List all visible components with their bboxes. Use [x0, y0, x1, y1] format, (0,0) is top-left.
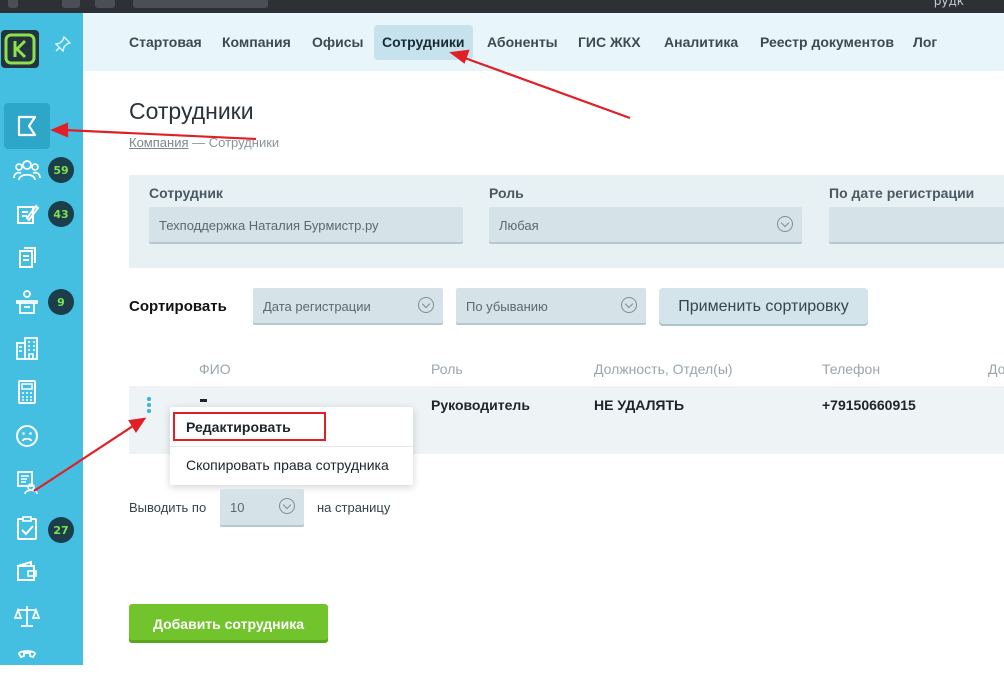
sidebar-item-employees[interactable]	[4, 459, 50, 505]
sort-order-select[interactable]: По убыванию	[456, 288, 646, 325]
add-employee-button[interactable]: Добавить сотрудника	[129, 604, 328, 643]
sidebar-item-requests[interactable]	[4, 191, 50, 237]
sidebar-item-houses[interactable]	[4, 325, 50, 371]
row-menu-icon[interactable]	[146, 397, 152, 417]
topbar-field[interactable]	[133, 0, 268, 8]
badge-requests: 43	[48, 201, 74, 227]
badge-tasks: 27	[48, 517, 74, 543]
nav-item-registry[interactable]: Реестр документов	[760, 25, 894, 60]
chevron-down-icon	[418, 297, 434, 313]
pin-icon[interactable]	[54, 35, 72, 53]
date-filter-label: По дате регистрации	[829, 185, 975, 201]
employee-filter-input[interactable]: Техподдержка Наталия Бурмистр.ру	[149, 207, 463, 244]
page-title: Сотрудники	[129, 98, 254, 124]
sort-label: Сортировать	[129, 298, 227, 315]
column-header-more[interactable]: До	[988, 361, 1004, 377]
column-header-name[interactable]: ФИО	[199, 361, 231, 377]
breadcrumb-current: — Сотрудники	[192, 135, 280, 150]
chevron-down-icon	[279, 498, 295, 514]
role-filter-value: Любая	[499, 218, 539, 233]
topbar-user[interactable]: рудк	[934, 0, 964, 8]
topbar-control[interactable]	[8, 0, 18, 8]
column-header-role[interactable]: Роль	[431, 361, 463, 377]
nav-item-employees[interactable]: Сотрудники	[374, 25, 473, 60]
column-header-position[interactable]: Должность, Отдел(ы)	[594, 361, 733, 377]
sidebar-item-tasks[interactable]	[4, 505, 50, 551]
topbar-control[interactable]	[62, 0, 80, 8]
employee-card-icon	[17, 471, 38, 495]
employee-filter-label: Сотрудник	[149, 185, 223, 201]
sort-field-value: Дата регистрации	[263, 299, 371, 314]
nav-item-log[interactable]: Лог	[913, 25, 937, 60]
flag-icon	[17, 115, 37, 137]
breadcrumb: Компания — Сотрудники	[129, 135, 279, 150]
sidebar-item-payments[interactable]	[4, 549, 50, 595]
clipboard-check-icon	[17, 516, 37, 540]
chevron-down-icon	[621, 297, 637, 313]
main-nav: Стартовая Компания Офисы Сотрудники Абон…	[83, 13, 1004, 71]
nav-item-gis[interactable]: ГИС ЖКХ	[578, 25, 641, 60]
date-filter-input[interactable]	[829, 207, 1004, 244]
apply-sort-button[interactable]: Применить сортировку	[659, 288, 868, 326]
wallet-icon	[17, 560, 37, 581]
sort-order-value: По убыванию	[466, 299, 548, 314]
per-page-value: 10	[230, 500, 245, 515]
menu-divider	[170, 446, 413, 447]
sidebar-item-billing[interactable]	[4, 369, 50, 415]
role-filter-label: Роль	[489, 185, 524, 201]
nav-item-analytics[interactable]: Аналитика	[664, 25, 738, 60]
sidebar-item-documents[interactable]	[4, 235, 50, 281]
calculator-icon	[18, 380, 36, 404]
topbar-control[interactable]	[95, 0, 115, 8]
breadcrumb-company-link[interactable]: Компания	[129, 135, 189, 150]
per-page-suffix: на страницу	[317, 500, 391, 515]
badge-subscribers: 59	[48, 157, 74, 183]
sad-face-icon	[16, 425, 38, 447]
per-page-label: Выводить по	[129, 500, 207, 515]
row-position: НЕ УДАЛЯТЬ	[594, 397, 685, 413]
badge-reception: 9	[48, 289, 74, 315]
sidebar-item-subscribers[interactable]	[4, 147, 50, 193]
edit-note-icon	[17, 204, 40, 224]
documents-icon	[19, 247, 36, 268]
row-role: Руководитель	[431, 397, 530, 413]
nav-item-subscribers[interactable]: Абоненты	[487, 25, 558, 60]
sidebar-item-calls[interactable]	[4, 635, 50, 681]
scales-icon	[14, 606, 40, 627]
sidebar-item-reception[interactable]	[4, 279, 50, 325]
nav-item-start[interactable]: Стартовая	[129, 25, 202, 60]
sidebar-item-complaints[interactable]	[4, 413, 50, 459]
sidebar: 59 43 9 27	[0, 13, 83, 665]
per-page-select[interactable]: 10	[220, 489, 304, 527]
sidebar-item-legal[interactable]	[4, 593, 50, 639]
row-phone: +79150660915	[822, 397, 916, 413]
phone-icon	[18, 650, 36, 659]
column-header-phone[interactable]: Телефон	[822, 361, 880, 377]
nav-item-offices[interactable]: Офисы	[312, 25, 364, 60]
filter-panel: Сотрудник Техподдержка Наталия Бурмистр.…	[129, 175, 1004, 268]
window-topbar: рудк	[0, 0, 1004, 13]
reception-icon	[16, 290, 38, 314]
row-name-placeholder	[200, 399, 207, 402]
sidebar-item-start[interactable]	[4, 103, 50, 149]
chevron-down-icon	[777, 216, 793, 232]
k-logo-icon	[4, 33, 36, 65]
users-group-icon	[13, 160, 41, 181]
buildings-icon	[16, 337, 38, 360]
highlight-box	[173, 412, 326, 441]
sort-field-select[interactable]: Дата регистрации	[253, 288, 443, 325]
nav-item-company[interactable]: Компания	[222, 25, 291, 60]
menu-item-copy-rights[interactable]: Скопировать права сотрудника	[186, 457, 389, 473]
role-filter-select[interactable]: Любая	[489, 207, 802, 244]
logo[interactable]	[1, 30, 39, 68]
